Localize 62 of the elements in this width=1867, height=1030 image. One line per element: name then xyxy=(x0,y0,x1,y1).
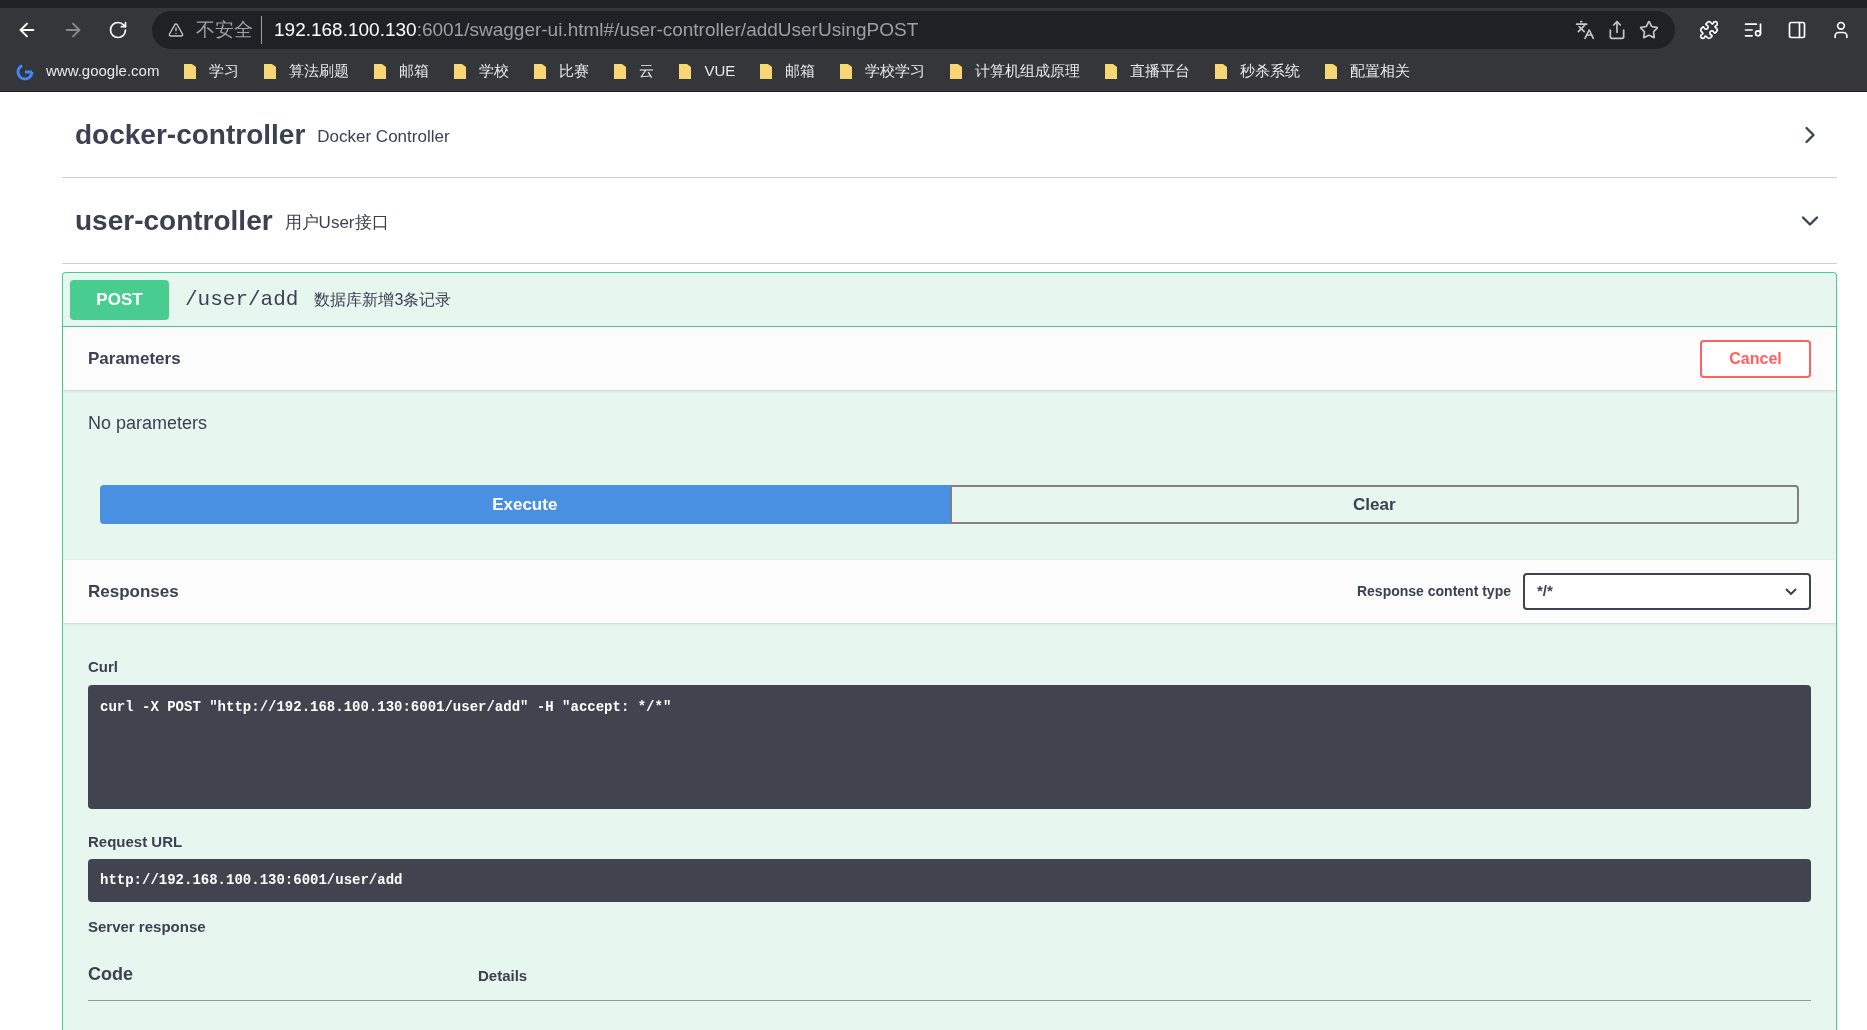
address-bar[interactable]: 不安全 192.168.100.130:6001/swagger-ui.html#/user-controller/addUserUsingPOST xyxy=(152,11,1675,49)
media-icon[interactable] xyxy=(1743,20,1763,40)
section-title: docker-controller xyxy=(75,117,306,152)
folder-icon xyxy=(453,63,468,80)
request-url-block: http://192.168.100.130:6001/user/add xyxy=(88,859,1811,902)
curl-label: Curl xyxy=(88,657,119,677)
folder-icon xyxy=(839,63,854,80)
folder-icon xyxy=(678,63,693,80)
section-description: Docker Controller xyxy=(317,125,450,148)
extensions-icon[interactable] xyxy=(1699,20,1719,40)
bookmark-item[interactable]: 直播平台 xyxy=(1104,60,1191,83)
column-header: Code xyxy=(88,962,134,986)
column-header: Details xyxy=(478,966,528,986)
clear-button[interactable]: Clear xyxy=(949,485,1799,524)
folder-icon xyxy=(613,63,628,80)
folder-icon xyxy=(949,63,964,80)
bookmark-item[interactable]: 秒杀系统 xyxy=(1214,60,1301,83)
section-description: 用户User接口 xyxy=(284,211,389,234)
folder-icon xyxy=(533,63,548,80)
side-panel-icon[interactable] xyxy=(1787,20,1807,40)
reload-icon[interactable] xyxy=(108,20,128,40)
bookmark-item[interactable]: 学校学习 xyxy=(839,60,926,83)
no-parameters-text: No parameters xyxy=(87,412,209,435)
endpoint-summary: 数据库新增3条记录 xyxy=(314,289,452,310)
folder-icon xyxy=(1104,63,1119,80)
content-type-select[interactable]: */* xyxy=(1523,573,1811,610)
bookmark-item[interactable]: 学习 xyxy=(183,60,240,83)
section-header[interactable]: docker-controller Docker Controller xyxy=(62,92,1837,178)
server-response-label: Server response xyxy=(88,917,207,937)
bookmark-item[interactable]: www.google.com xyxy=(16,60,160,83)
translate-icon[interactable] xyxy=(1575,20,1595,40)
folder-icon xyxy=(1214,63,1229,80)
bookmark-item[interactable]: 配置相关 xyxy=(1324,60,1411,83)
content-type-label: Response content type xyxy=(1356,582,1511,601)
bookmark-item[interactable]: 计算机组成原理 xyxy=(949,60,1081,83)
bookmark-item[interactable]: 云 xyxy=(613,60,655,83)
responses-title: Responses xyxy=(88,580,179,603)
warning-icon xyxy=(168,22,184,38)
method-badge: POST xyxy=(70,279,169,320)
bookmark-item[interactable]: 算法刷题 xyxy=(263,60,350,83)
profile-icon[interactable] xyxy=(1831,20,1851,40)
request-url-label: Request URL xyxy=(88,831,184,852)
bookmark-item[interactable]: 学校 xyxy=(453,60,510,83)
star-icon[interactable] xyxy=(1639,20,1659,40)
folder-icon xyxy=(373,63,388,80)
endpoint-path: /user/add xyxy=(185,286,299,313)
folder-icon xyxy=(263,63,278,80)
bookmark-item[interactable]: VUE xyxy=(678,60,736,83)
google-logo-icon xyxy=(16,62,34,81)
bookmark-item[interactable]: 比赛 xyxy=(533,60,590,83)
folder-icon xyxy=(759,63,774,80)
curl-code-block: curl -X POST "http://192.168.100.130:6001/user/add" -H "accept: */*" xyxy=(88,684,1811,809)
url-text: 192.168.100.130:6001/swagger-ui.html#/user-controller/addUserUsingPOST xyxy=(274,17,919,42)
section-title: user-controller xyxy=(75,203,273,238)
share-icon[interactable] xyxy=(1607,20,1627,40)
parameters-title: Parameters xyxy=(88,347,181,370)
folder-icon xyxy=(183,63,198,80)
folder-icon xyxy=(1324,63,1339,80)
bookmark-item[interactable]: 邮箱 xyxy=(373,60,430,83)
bookmark-item[interactable]: 邮箱 xyxy=(759,60,816,83)
security-label: 不安全 xyxy=(196,15,262,45)
section-header[interactable]: user-controller 用户User接口 xyxy=(62,178,1837,264)
